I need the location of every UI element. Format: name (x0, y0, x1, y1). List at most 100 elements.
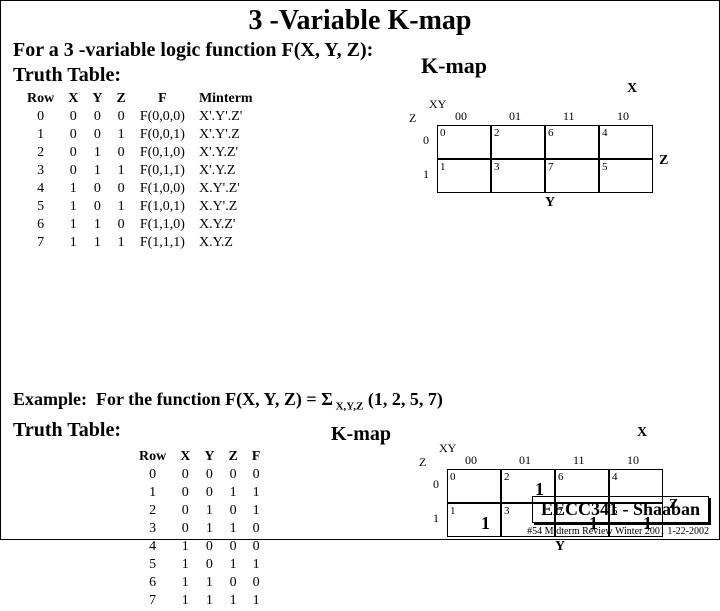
tt2-cell: 1 (246, 557, 267, 573)
kmap-cell: 6 (545, 125, 599, 159)
tt2-cell: 7 (133, 593, 172, 609)
tt1-cell: 1 (62, 235, 84, 251)
tt1-cell: F(1,0,1) (134, 199, 191, 215)
kmap-cell-value: 1 (481, 513, 490, 534)
kmap-cell-index: 6 (558, 471, 564, 483)
kmap2-X: X (637, 425, 647, 441)
example-suffix: (1, 2, 5, 7) (368, 389, 443, 409)
intro-text: For a 3 -variable logic function F(X, Y,… (13, 39, 719, 62)
tt2-cell: 1 (222, 557, 243, 573)
tt1-cell: 0 (62, 127, 84, 143)
tt1-hdr-minterm: Minterm (193, 91, 259, 107)
tt1-cell: F(0,1,0) (134, 145, 191, 161)
tt1-cell: 1 (110, 127, 131, 143)
tt1-cell: X'.Y'.Z' (193, 109, 259, 125)
tt1-cell: 1 (86, 217, 108, 233)
kmap-cell: 2 (491, 125, 545, 159)
truth-table-label-1: Truth Table: (13, 64, 719, 87)
truth-table-1: Row X Y Z F Minterm 0000F(0,0,0)X'.Y'.Z'… (19, 89, 261, 253)
tt2-cell: 5 (133, 557, 172, 573)
kmap2-XY: XY (439, 441, 456, 456)
kmap-col-label: 11 (563, 109, 575, 124)
tt1-hdr-x: X (62, 91, 84, 107)
tt2-hdr-row: Row (133, 449, 172, 465)
example-text: Example: For the function F(X, Y, Z) = Σ… (13, 389, 443, 413)
kmap-row-label: 1 (433, 511, 439, 526)
tt1-cell: 0 (110, 217, 131, 233)
kmap1-Zside: Z (659, 153, 668, 169)
tt2-hdr-y: Y (198, 449, 220, 465)
tt1-cell: 0 (62, 163, 84, 179)
tt1-cell: F(1,1,0) (134, 217, 191, 233)
kmap2-Z: Z (419, 455, 426, 470)
tt1-cell: 1 (110, 235, 131, 251)
kmap-cell-index: 0 (440, 127, 446, 139)
page-title: 3 -Variable K-map (1, 5, 719, 37)
tt2-cell: 0 (174, 467, 196, 483)
tt2-cell: 3 (133, 521, 172, 537)
tt1-cell: X.Y'.Z' (193, 181, 259, 197)
tt1-cell: 0 (21, 109, 60, 125)
tt2-cell: 1 (222, 485, 243, 501)
tt1-cell: 1 (62, 199, 84, 215)
tt2-cell: 0 (246, 575, 267, 591)
kmap-cell-index: 3 (504, 505, 510, 517)
tt1-cell: 1 (21, 127, 60, 143)
tt2-cell: 0 (174, 521, 196, 537)
tt2-cell: 0 (246, 467, 267, 483)
tt1-cell: 1 (86, 145, 108, 161)
tt1-hdr-y: Y (86, 91, 108, 107)
kmap1-Y: Y (545, 195, 555, 211)
tt2-cell: 2 (133, 503, 172, 519)
tt1-cell: 6 (21, 217, 60, 233)
tt2-cell: 1 (174, 557, 196, 573)
tt1-cell: 3 (21, 163, 60, 179)
kmap-cell: 7 (545, 159, 599, 193)
tt1-cell: X'.Y.Z' (193, 145, 259, 161)
kmap-col-label: 10 (627, 453, 639, 468)
truth-table-label-2: Truth Table: (13, 419, 121, 442)
kmap-col-label: 00 (465, 453, 477, 468)
tt1-cell: X'.Y.Z (193, 163, 259, 179)
tt1-cell: 0 (62, 109, 84, 125)
kmap-cell-index: 2 (504, 471, 510, 483)
truth-table-2: Row X Y Z F 0000010011201013011041000510… (131, 447, 268, 611)
example-sub: X,Y,Z (333, 401, 363, 413)
tt2-cell: 0 (133, 467, 172, 483)
tt1-cell: F(1,1,1) (134, 235, 191, 251)
tt1-cell: 7 (21, 235, 60, 251)
kmap1-Z: Z (409, 111, 416, 126)
tt2-cell: 1 (246, 485, 267, 501)
kmap-cell-index: 1 (450, 505, 456, 517)
tt2-cell: 0 (246, 521, 267, 537)
footer-meta: #54 Midterm Review Winter 2001 1-22-2002 (527, 526, 709, 537)
kmap-cell: 0 (447, 469, 501, 503)
kmap-cell: 1 (437, 159, 491, 193)
kmap-col-label: 11 (573, 453, 585, 468)
tt1-cell: F(0,1,1) (134, 163, 191, 179)
tt2-cell: 0 (222, 467, 243, 483)
tt1-cell: 0 (86, 127, 108, 143)
tt2-cell: 6 (133, 575, 172, 591)
tt1-cell: F(0,0,1) (134, 127, 191, 143)
kmap-cell-index: 1 (440, 161, 446, 173)
kmap-cell-index: 6 (548, 127, 554, 139)
kmap-cell-index: 4 (602, 127, 608, 139)
kmap-cell: 4 (599, 125, 653, 159)
kmap1-XY: XY (429, 97, 446, 112)
tt2-cell: 1 (246, 503, 267, 519)
tt2-cell: 1 (198, 503, 220, 519)
tt2-cell: 1 (246, 593, 267, 609)
tt2-cell: 1 (174, 575, 196, 591)
tt2-cell: 0 (222, 575, 243, 591)
tt2-hdr-f: F (246, 449, 267, 465)
tt1-cell: 1 (110, 163, 131, 179)
tt2-cell: 0 (198, 557, 220, 573)
tt1-cell: X.Y.Z (193, 235, 259, 251)
kmap-col-label: 10 (617, 109, 629, 124)
tt2-cell: 0 (198, 485, 220, 501)
tt1-cell: 0 (110, 181, 131, 197)
tt1-hdr-row: Row (21, 91, 60, 107)
tt2-cell: 1 (222, 593, 243, 609)
tt1-cell: 1 (86, 235, 108, 251)
